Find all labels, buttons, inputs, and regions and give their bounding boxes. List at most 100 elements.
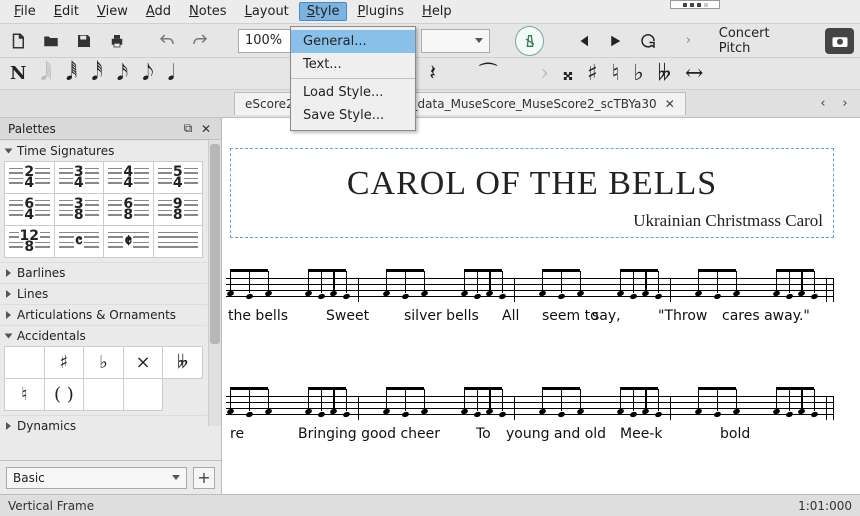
palette-scrollbar[interactable] — [208, 140, 221, 426]
style-load[interactable]: Load Style... — [291, 78, 415, 104]
timesig-C[interactable]: 𝄴 — [55, 226, 105, 258]
style-dropdown: General... Text... Load Style... Save St… — [290, 26, 416, 131]
accidental-cell[interactable]: 𝄫 — [163, 347, 203, 379]
add-workspace-button[interactable]: + — [193, 467, 215, 489]
menubar: File Edit View Add Notes Layout Style Pl… — [0, 0, 860, 24]
redo-button[interactable] — [188, 28, 213, 54]
flat-icon[interactable]: ♭ — [633, 61, 643, 86]
section-articulations[interactable]: Articulations & Ornaments — [0, 304, 207, 325]
status-time: 1:01:000 — [798, 499, 852, 513]
toolbar-notes: N 𝅘𝅥𝅲 𝅘𝅥𝅱 𝅘𝅥𝅰 𝅘𝅥𝅯 𝅘𝅥𝅮 𝅘𝅥 𝅗𝅥 • ‥ 𝄽 ⁀ › 𝄪 … — [0, 58, 860, 90]
dblsharp-icon[interactable]: 𝄪 — [563, 61, 573, 86]
score-view[interactable]: CAROL OF THE BELLS Ukrainian Christmass … — [222, 118, 860, 494]
status-left: Vertical Frame — [8, 499, 94, 513]
tab-close-icon[interactable]: ✕ — [665, 97, 675, 111]
note-64-icon[interactable]: 𝅘𝅥𝅲 — [40, 61, 51, 86]
rest-icon[interactable]: 𝄽 — [429, 61, 436, 86]
status-bar: Vertical Frame 1:01:000 — [0, 494, 860, 516]
menu-plugins[interactable]: Plugins — [349, 2, 412, 21]
menu-help[interactable]: Help — [414, 2, 460, 21]
section-time-signatures[interactable]: Time Signatures — [0, 140, 207, 161]
menu-notes[interactable]: Notes — [181, 2, 235, 21]
menu-edit[interactable]: Edit — [46, 2, 87, 21]
new-file-button[interactable] — [6, 28, 31, 54]
palettes-panel: Palettes ⧉ ✕ Time Signatures 24344454 643… — [0, 118, 222, 494]
chevron-right-icon[interactable]: › — [676, 28, 701, 54]
accidental-cell[interactable]: ♮ — [5, 379, 45, 411]
timesig-9-8[interactable]: 98 — [154, 194, 204, 226]
rewind-button[interactable] — [570, 28, 595, 54]
note-8a-icon[interactable]: 𝅘𝅥𝅯 — [117, 61, 128, 86]
undo-button[interactable] — [155, 28, 180, 54]
menu-add[interactable]: Add — [138, 2, 179, 21]
palettes-titlebar: Palettes ⧉ ✕ — [0, 118, 221, 140]
flip-icon[interactable]: ↔ — [685, 61, 703, 86]
timesig-6-8[interactable]: 68 — [104, 194, 154, 226]
note-q-icon[interactable]: 𝅘𝅥 — [168, 61, 175, 86]
staff-2: reBringing good cheerToyoung and oldMee-… — [226, 384, 834, 432]
open-file-button[interactable] — [39, 28, 64, 54]
note-input-icon[interactable]: N — [10, 63, 26, 84]
section-lines[interactable]: Lines — [0, 283, 207, 304]
concert-pitch-button[interactable]: Concert Pitch — [709, 23, 812, 59]
style-general[interactable]: General... — [291, 30, 415, 53]
menu-layout[interactable]: Layout — [237, 2, 297, 21]
toolbar-main: 100% › Concert Pitch — [0, 24, 860, 58]
accidental-cell[interactable]: ♯ — [45, 347, 85, 379]
section-dynamics[interactable]: Dynamics — [0, 415, 207, 436]
zoom-value: 100% — [245, 33, 282, 48]
print-button[interactable] — [104, 28, 129, 54]
time-signatures-grid: 24344454 64386898 128𝄴𝄵 — [4, 161, 203, 258]
accent-icon[interactable]: › — [540, 61, 549, 86]
staff-1: the bellsSweetsilver bellsAllseem tosay,… — [226, 266, 834, 314]
menu-file[interactable]: File — [6, 2, 44, 21]
metronome-button[interactable] — [515, 26, 544, 56]
workspace-select[interactable]: Basic — [6, 467, 187, 489]
tab-next-icon[interactable]: › — [836, 95, 854, 113]
menu-view[interactable]: View — [89, 2, 136, 21]
timesig-12-8[interactable]: 128 — [5, 226, 55, 258]
accidental-cell[interactable] — [124, 379, 164, 411]
loop-button[interactable] — [635, 28, 660, 54]
timesig-3-4[interactable]: 34 — [55, 162, 105, 194]
tab-prev-icon[interactable]: ‹ — [814, 95, 832, 113]
save-button[interactable] — [72, 28, 97, 54]
palette-close-icon[interactable]: ✕ — [199, 122, 213, 136]
accidental-cell[interactable]: × — [124, 347, 164, 379]
sharp-icon[interactable]: ♯ — [587, 61, 598, 86]
palette-undock-icon[interactable]: ⧉ — [181, 122, 195, 136]
accidental-cell[interactable]: ( ) — [45, 379, 85, 411]
timesig-6-4[interactable]: 64 — [5, 194, 55, 226]
section-barlines[interactable]: Barlines — [0, 262, 207, 283]
timesig-5-4[interactable]: 54 — [154, 162, 204, 194]
timesig-¢[interactable]: 𝄵 — [104, 226, 154, 258]
style-save[interactable]: Save Style... — [291, 104, 415, 127]
accidental-cell[interactable] — [84, 379, 124, 411]
title-frame[interactable]: CAROL OF THE BELLS Ukrainian Christmass … — [230, 148, 834, 238]
note-16-icon[interactable]: 𝅘𝅥𝅰 — [91, 61, 102, 86]
window-decor — [670, 0, 720, 9]
note-32-icon[interactable]: 𝅘𝅥𝅱 — [66, 61, 77, 86]
accidentals-grid: ♯♭×𝄫 ♮( ) — [4, 346, 203, 411]
menu-style[interactable]: Style — [299, 2, 348, 21]
timesig-3-8[interactable]: 38 — [55, 194, 105, 226]
timesig-[interactable] — [154, 226, 204, 258]
tabstrip: eScore2_ …me_.local_share_data_MuseScore… — [0, 90, 860, 118]
play-button[interactable] — [602, 28, 627, 54]
accidental-cell[interactable] — [5, 347, 45, 379]
palettes-title: Palettes — [8, 122, 56, 136]
timesig-4-4[interactable]: 44 — [104, 162, 154, 194]
note-8b-icon[interactable]: 𝅘𝅥𝅮 — [142, 61, 153, 86]
natural-icon[interactable]: ♮ — [612, 61, 620, 86]
view-mode-select[interactable] — [421, 29, 490, 53]
tie-icon[interactable]: ⁀ — [480, 62, 496, 86]
screenshot-button[interactable] — [825, 28, 854, 54]
score-subtitle: Ukrainian Christmass Carol — [241, 211, 823, 231]
section-accidentals[interactable]: Accidentals — [0, 325, 207, 346]
dblflat-icon[interactable]: 𝄫 — [658, 61, 671, 86]
accidental-cell[interactable]: ♭ — [84, 347, 124, 379]
style-text[interactable]: Text... — [291, 53, 415, 76]
zoom-input[interactable]: 100% — [238, 29, 298, 53]
score-title: CAROL OF THE BELLS — [241, 165, 823, 203]
timesig-2-4[interactable]: 24 — [5, 162, 55, 194]
